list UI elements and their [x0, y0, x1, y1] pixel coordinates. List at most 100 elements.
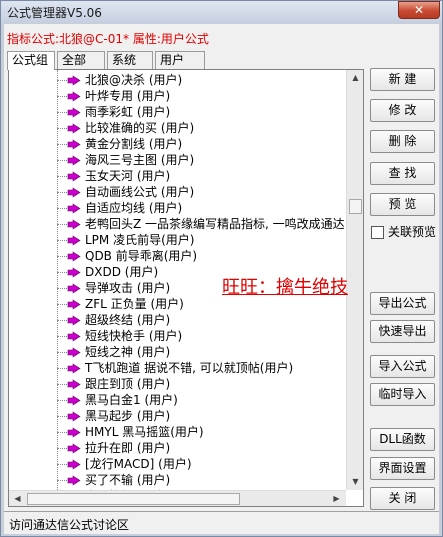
- tab-formula-group[interactable]: 公式组: [7, 51, 55, 70]
- tree-item-label: 跟庄到顶 (用户): [85, 377, 171, 391]
- linked-preview-checkbox[interactable]: [371, 226, 384, 239]
- formula-icon: [67, 75, 81, 86]
- window-close-button[interactable]: ✕: [398, 1, 440, 19]
- tree-connector: [57, 128, 67, 129]
- tree-connector: [57, 96, 67, 97]
- tree-item-label: 买了不输 (用户): [85, 473, 171, 487]
- tab-system[interactable]: 系统: [107, 51, 153, 69]
- tree-item-label: 黑马白金1 (用户): [85, 393, 178, 407]
- tree-item-label: 拉升在即 (用户): [85, 441, 171, 455]
- tree-item-label: T飞机跑道 据说不错, 可以就顶帖(用户): [85, 361, 294, 375]
- dll-function-button[interactable]: DLL函数: [370, 428, 435, 451]
- temp-import-button[interactable]: 临时导入: [370, 383, 435, 406]
- tree-connector: [57, 208, 67, 209]
- formula-icon: [67, 347, 81, 358]
- status-bar: 访问通达信公式讨论区: [4, 511, 439, 534]
- tree-item-label: 短线快枪手 (用户): [85, 329, 183, 343]
- formula-icon: [67, 379, 81, 390]
- tree-connector: [57, 368, 67, 369]
- formula-icon: [67, 235, 81, 246]
- vertical-scrollbar[interactable]: ▲ ▼: [346, 70, 363, 490]
- formula-icon: [67, 219, 81, 230]
- tree-item-label: 超级终结 (用户): [85, 313, 171, 327]
- formula-icon: [67, 459, 81, 470]
- formula-icon: [67, 139, 81, 150]
- quick-export-button[interactable]: 快速导出: [370, 320, 435, 343]
- formula-icon: [67, 107, 81, 118]
- tree-connector: [57, 288, 67, 289]
- tree-connector: [57, 416, 67, 417]
- tree-connector: [57, 272, 67, 273]
- delete-button[interactable]: 删 除: [370, 130, 435, 153]
- find-button[interactable]: 查 找: [370, 162, 435, 185]
- title-bar: 公式管理器V5.06 ✕: [1, 1, 442, 23]
- tree-item-label: 自动画线公式 (用户): [85, 185, 195, 199]
- formula-manager-window: 公式管理器V5.06 ✕ 指标公式:北狼@C-01* 属性:用户公式 公式组 全…: [0, 0, 443, 537]
- scroll-down-arrow-icon[interactable]: ▼: [348, 474, 363, 489]
- tree-item-label: 比较准确的买 (用户): [85, 121, 195, 135]
- formula-icon: [67, 283, 81, 294]
- formula-icon: [67, 395, 81, 406]
- tree-connector: [57, 336, 67, 337]
- export-formula-button[interactable]: 导出公式: [370, 292, 435, 315]
- formula-icon: [67, 299, 81, 310]
- formula-icon: [67, 91, 81, 102]
- formula-icon: [67, 411, 81, 422]
- tree-item-label: 海风三号主图 (用户): [85, 153, 195, 167]
- tree-item-label: QDB 前导乖离(用户): [85, 249, 198, 263]
- indicator-label: 指标公式:北狼@C-01* 属性:用户公式: [7, 32, 209, 46]
- tree-connector: [57, 112, 67, 113]
- tree-item-label: 叶烨专用 (用户): [85, 89, 171, 103]
- tree-connector: [57, 480, 67, 481]
- formula-icon: [67, 475, 81, 486]
- tree-item-label: 黄金分割线 (用户): [85, 137, 183, 151]
- tree-item-label: 自适应均线 (用户): [85, 201, 183, 215]
- close-button[interactable]: 关 闭: [370, 487, 435, 510]
- tree-connector: [57, 240, 67, 241]
- scroll-right-arrow-icon[interactable]: ▶: [329, 491, 344, 506]
- horizontal-scroll-thumb[interactable]: [27, 493, 240, 505]
- tree-connector: [57, 144, 67, 145]
- scroll-left-arrow-icon[interactable]: ◀: [10, 491, 25, 506]
- tree-connector: [57, 320, 67, 321]
- forum-link[interactable]: 访问通达信公式讨论区: [9, 516, 129, 533]
- tab-all[interactable]: 全部: [57, 51, 105, 69]
- tree-item-label: 雨季彩虹 (用户): [85, 105, 171, 119]
- tree-guide-line: [57, 70, 58, 490]
- vertical-scroll-thumb[interactable]: [349, 199, 362, 214]
- modify-button[interactable]: 修 改: [370, 99, 435, 122]
- tree-item-label: 导弹攻击 (用户): [85, 281, 171, 295]
- new-button[interactable]: 新 建: [370, 68, 435, 91]
- tree-connector: [57, 464, 67, 465]
- formula-icon: [67, 427, 81, 438]
- formula-icon: [67, 203, 81, 214]
- formula-icon: [67, 331, 81, 342]
- preview-button[interactable]: 预 览: [370, 193, 435, 216]
- formula-icon: [67, 171, 81, 182]
- formula-icon: [67, 123, 81, 134]
- linked-preview-label: 关联预览: [388, 225, 437, 239]
- tree-connector: [57, 352, 67, 353]
- tree-item-label: 玉女天河 (用户): [85, 169, 171, 183]
- tree-connector: [57, 176, 67, 177]
- ui-settings-button[interactable]: 界面设置: [370, 457, 435, 480]
- import-formula-button[interactable]: 导入公式: [370, 355, 435, 378]
- horizontal-scrollbar[interactable]: ◀ ▶: [9, 490, 346, 506]
- tree-item-label: [龙行MACD] (用户): [85, 457, 192, 471]
- tree-connector: [57, 224, 67, 225]
- tree-item-label: 老鸭回头Z 一品茶缘编写精品指标, 一鸣改成通达: [85, 217, 345, 231]
- formula-icon: [67, 267, 81, 278]
- scroll-up-arrow-icon[interactable]: ▲: [348, 70, 363, 85]
- tree-connector: [57, 160, 67, 161]
- tree-connector: [57, 448, 67, 449]
- formula-icon: [67, 251, 81, 262]
- tree-connector: [57, 400, 67, 401]
- tree-connector: [57, 80, 67, 81]
- formula-icon: [67, 187, 81, 198]
- tree-connector: [57, 256, 67, 257]
- tree-item-label: LPM 凌氏前导(用户): [85, 233, 195, 247]
- tab-user[interactable]: 用户: [155, 51, 205, 69]
- client-area: 指标公式:北狼@C-01* 属性:用户公式 公式组 全部 系统 用户 北狼@决杀…: [4, 24, 439, 534]
- formula-icon: [67, 315, 81, 326]
- tree-item-label: DXDD (用户): [85, 265, 159, 279]
